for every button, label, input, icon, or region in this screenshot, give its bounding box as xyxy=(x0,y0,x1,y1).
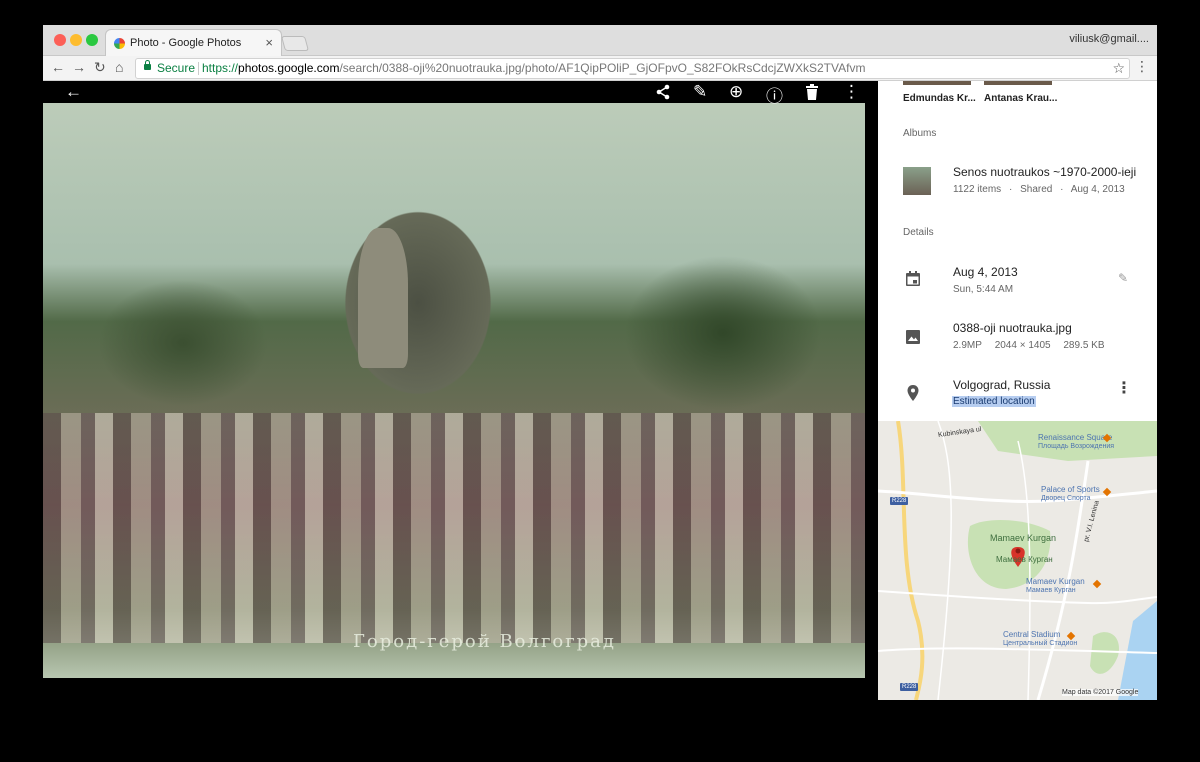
secure-label: Secure xyxy=(157,61,196,75)
estimated-location-label: Estimated location xyxy=(952,396,1036,407)
file-size: 289.5 KB xyxy=(1063,340,1105,351)
map-label-renaissance-en: Renaissance Square xyxy=(1038,433,1113,442)
photo-crowd xyxy=(43,413,865,643)
photo-toolbar: ← ✎ ⊕ ⓘ ⋮ xyxy=(43,81,878,106)
url-path: /search/0388-oji%20nuotrauka.jpg/photo/A… xyxy=(339,61,866,75)
album-meta: 1122 items · Shared · Aug 4, 2013 xyxy=(953,184,1125,195)
albums-heading: Albums xyxy=(903,128,937,139)
map-label-mamaev-en: Mamaev Kurgan xyxy=(1026,577,1085,586)
file-name: 0388-oji nuotrauka.jpg xyxy=(953,321,1072,335)
photo-statue xyxy=(358,228,408,368)
person-thumbnail[interactable] xyxy=(903,81,971,85)
person-name[interactable]: Antanas Krau... xyxy=(984,93,1057,104)
minimize-window-button[interactable] xyxy=(70,34,82,46)
album-item-count: 1122 items xyxy=(953,184,1002,195)
tab-close-icon[interactable]: × xyxy=(265,35,273,50)
lock-icon xyxy=(144,60,151,70)
person-name[interactable]: Edmundas Kr... xyxy=(903,93,976,104)
new-tab-button[interactable] xyxy=(280,36,310,51)
zoom-icon[interactable]: ⊕ xyxy=(729,82,743,102)
map-credit: Map data ©2017 Google xyxy=(1062,689,1139,696)
map-road-number: R228 xyxy=(900,683,919,691)
location-pin-icon xyxy=(907,385,919,401)
album-title[interactable]: Senos nuotraukos ~1970-2000-ieji xyxy=(953,165,1136,179)
map-label-palace-en: Palace of Sports xyxy=(1041,485,1100,494)
map-label-mamaev-park-ru: Мамаев Курган xyxy=(996,555,1053,564)
photo-caption: Город-герой Волгоград xyxy=(353,631,616,652)
photo-viewer: Город-герой Волгоград ← ✎ ⊕ ⓘ ⋮ xyxy=(43,81,878,700)
browser-toolbar: ← → ↻ ⌂ Secure https://photos.google.com… xyxy=(43,56,1157,81)
home-icon[interactable]: ⌂ xyxy=(115,59,123,75)
edit-pencil-icon[interactable]: ✎ xyxy=(693,82,707,102)
album-shared: Shared xyxy=(1020,184,1053,195)
edit-date-icon[interactable]: ✎ xyxy=(1118,271,1128,285)
location-more-icon[interactable]: ⋮ xyxy=(1116,378,1132,398)
file-meta: 2.9MP 2044 × 1405 289.5 KB xyxy=(953,340,1115,351)
meta-dot: · xyxy=(1060,184,1064,195)
delete-trash-icon[interactable] xyxy=(805,84,819,105)
image-icon xyxy=(906,330,920,344)
browser-menu-icon[interactable]: ⋮ xyxy=(1135,58,1149,75)
location-map[interactable]: Kubinskaya ul Renaissance Square Площадь… xyxy=(878,421,1157,700)
address-separator xyxy=(198,62,199,75)
photo-back-arrow-icon[interactable]: ← xyxy=(65,82,82,102)
map-label-mamaev-ru: Мамаев Курган xyxy=(1026,587,1076,594)
close-window-button[interactable] xyxy=(54,34,66,46)
album-date: Aug 4, 2013 xyxy=(1070,184,1125,195)
browser-tab[interactable]: Photo - Google Photos × xyxy=(105,29,282,56)
url-text[interactable]: https://photos.google.com/search/0388-oj… xyxy=(202,61,865,75)
details-heading: Details xyxy=(903,227,934,238)
time-taken: Sun, 5:44 AM xyxy=(953,284,1014,295)
bookmark-star-icon[interactable]: ☆ xyxy=(1112,60,1125,77)
info-icon[interactable]: ⓘ xyxy=(766,82,783,107)
forward-arrow-icon[interactable]: → xyxy=(72,59,86,75)
tab-title: Photo - Google Photos xyxy=(130,37,242,49)
map-road-number: R228 xyxy=(890,497,909,505)
photo-more-options-icon[interactable]: ⋮ xyxy=(843,82,860,102)
url-scheme: https:// xyxy=(202,61,239,75)
dimensions: 2044 × 1405 xyxy=(994,340,1051,351)
megapixels: 2.9MP xyxy=(953,340,982,351)
photo-image[interactable]: Город-герой Волгоград xyxy=(43,103,865,678)
album-thumbnail[interactable] xyxy=(903,167,931,195)
address-bar[interactable]: Secure https://photos.google.com/search/… xyxy=(135,58,1130,79)
map-label-stadium-ru: Центральный Стадион xyxy=(1003,640,1078,647)
browser-window: Photo - Google Photos × viliusk@gmail...… xyxy=(43,25,1157,700)
url-host: photos.google.com xyxy=(238,61,340,75)
meta-dot: · xyxy=(1008,184,1013,195)
map-label-mamaev-park-en: Mamaev Kurgan xyxy=(990,533,1057,543)
profile-name[interactable]: viliusk@gmail.... xyxy=(1069,33,1149,45)
calendar-icon xyxy=(906,271,920,286)
map-label-stadium-en: Central Stadium xyxy=(1003,630,1061,639)
map-pin-dot xyxy=(1015,548,1021,554)
map-label-renaissance-ru: Площадь Возрождения xyxy=(1038,443,1115,450)
person-thumbnail[interactable] xyxy=(984,81,1052,85)
info-panel: Edmundas Kr... Antanas Krau... Albums Se… xyxy=(878,81,1157,700)
title-bar: Photo - Google Photos × viliusk@gmail...… xyxy=(43,25,1157,56)
share-icon[interactable] xyxy=(655,84,671,105)
location-name: Volgograd, Russia xyxy=(953,378,1051,392)
zoom-window-button[interactable] xyxy=(86,34,98,46)
google-photos-favicon-icon xyxy=(114,38,125,49)
date-taken: Aug 4, 2013 xyxy=(953,265,1018,279)
back-arrow-icon[interactable]: ← xyxy=(51,59,65,75)
reload-icon[interactable]: ↻ xyxy=(94,59,106,76)
map-label-palace-ru: Дворец Спорта xyxy=(1041,495,1091,502)
